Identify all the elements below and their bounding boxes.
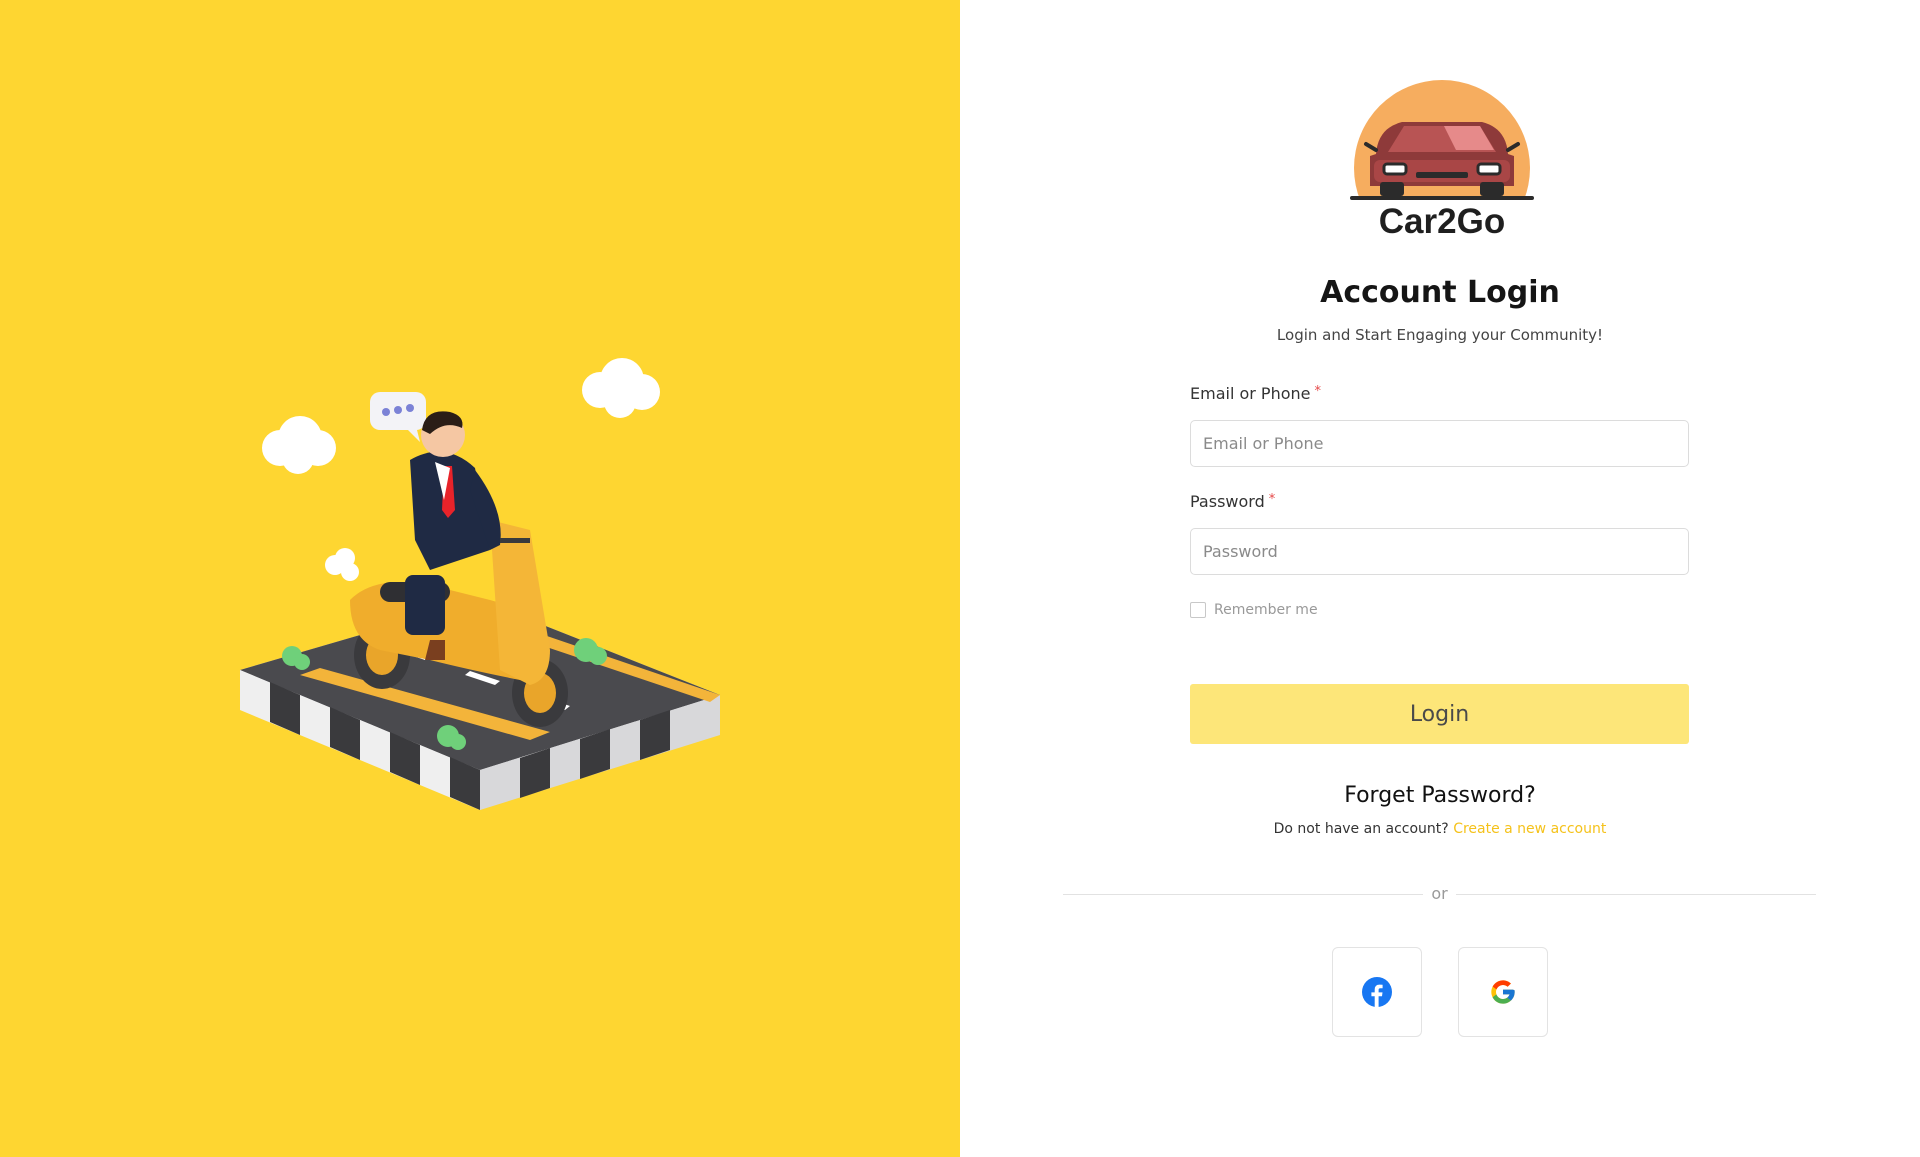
page-subtitle: Login and Start Engaging your Community! (1276, 326, 1604, 344)
signup-prompt: Do not have an account? Create a new acc… (1190, 821, 1690, 837)
password-input[interactable] (1190, 528, 1689, 575)
brand-logo: Car2Go (1344, 78, 1540, 243)
required-marker: * (1314, 384, 1322, 399)
brand-name: Car2Go (1378, 202, 1506, 241)
or-divider: or (1063, 884, 1816, 904)
email-input[interactable] (1190, 420, 1689, 467)
required-marker: * (1268, 492, 1276, 507)
illustration-panel (0, 0, 960, 1157)
google-icon (1491, 980, 1515, 1004)
email-label: Email or Phone * (1190, 384, 1321, 403)
login-button[interactable]: Login (1190, 684, 1689, 744)
facebook-login-button[interactable] (1332, 947, 1422, 1037)
email-label-text: Email or Phone (1190, 384, 1311, 403)
divider-line-right (1456, 894, 1816, 895)
password-label: Password * (1190, 492, 1275, 511)
create-account-link[interactable]: Create a new account (1453, 821, 1606, 837)
remember-me-label: Remember me (1214, 602, 1318, 618)
password-label-text: Password (1190, 492, 1265, 511)
no-account-text: Do not have an account? (1273, 821, 1449, 837)
remember-me-row[interactable]: Remember me (1190, 602, 1318, 618)
page-title: Account Login (1320, 275, 1560, 310)
google-login-button[interactable] (1458, 947, 1548, 1037)
login-page: Car2Go Account Login Login and Start Eng… (0, 0, 1920, 1157)
scooter-rider-illustration (240, 358, 720, 810)
car-logo-icon (1344, 80, 1540, 208)
forget-password-link[interactable]: Forget Password? (1190, 783, 1690, 808)
facebook-icon (1362, 977, 1392, 1007)
remember-me-checkbox[interactable] (1190, 602, 1206, 618)
